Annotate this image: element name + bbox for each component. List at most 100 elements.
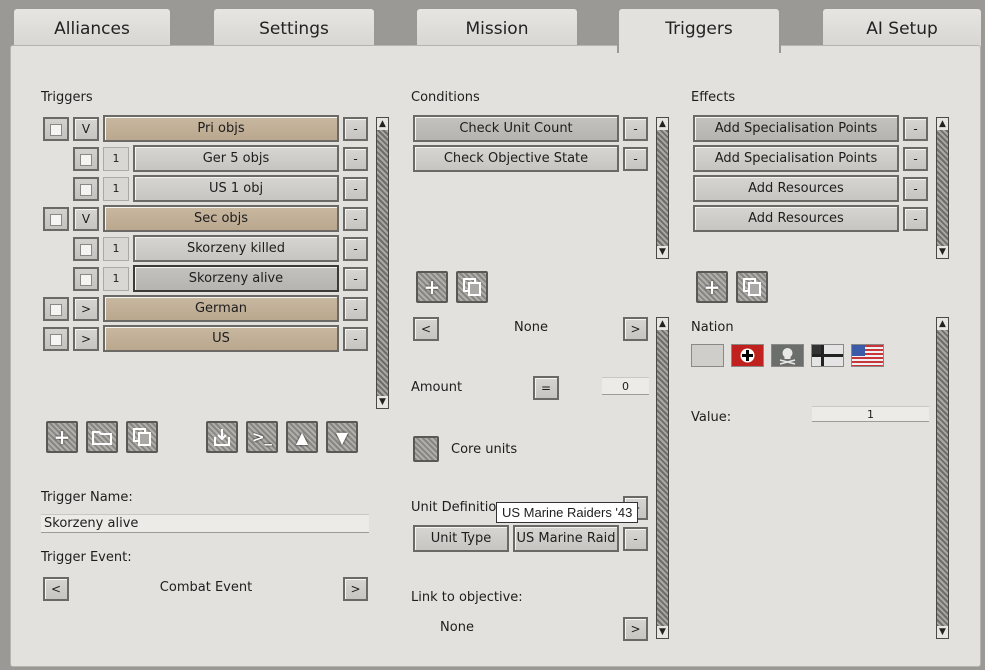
event-next-button[interactable]: >	[343, 577, 368, 601]
unit-remove-button[interactable]: -	[623, 527, 648, 551]
us-flag-icon[interactable]	[851, 344, 884, 367]
link-objective-next-button[interactable]: >	[623, 617, 648, 641]
trigger-checkbox[interactable]	[73, 237, 99, 261]
move-up-icon[interactable]: ▲	[286, 421, 318, 453]
trigger-expand-toggle[interactable]: >	[73, 297, 99, 321]
unit-tooltip: US Marine Raiders '43	[496, 502, 639, 523]
trigger-checkbox[interactable]	[73, 147, 99, 171]
scroll-up-icon[interactable]: ▲	[937, 318, 948, 330]
value-input[interactable]: 1	[812, 406, 929, 422]
effect-item[interactable]: Add Resources	[693, 205, 899, 232]
ss-flag-icon[interactable]	[771, 344, 804, 367]
copy-effect-icon[interactable]	[736, 271, 768, 303]
unit-value-button[interactable]: US Marine Raid	[513, 525, 619, 552]
tab-mission[interactable]: Mission	[415, 7, 579, 47]
condition-details-scrollbar[interactable]: ▲ ▼	[656, 317, 669, 639]
trigger-item[interactable]: Ger 5 objs	[133, 145, 339, 172]
core-units-label: Core units	[451, 442, 518, 457]
import-icon[interactable]	[206, 421, 238, 453]
trigger-checkbox[interactable]	[73, 267, 99, 291]
trigger-remove-button[interactable]: -	[343, 147, 368, 171]
trigger-checkbox[interactable]	[43, 207, 69, 231]
scroll-up-icon[interactable]: ▲	[937, 118, 948, 130]
effect-remove-button[interactable]: -	[903, 207, 928, 231]
effect-item[interactable]: Add Specialisation Points	[693, 115, 899, 142]
tab-settings[interactable]: Settings	[212, 7, 376, 47]
scroll-up-icon[interactable]: ▲	[657, 118, 668, 130]
effect-item[interactable]: Add Resources	[693, 175, 899, 202]
none-flag-icon[interactable]	[691, 344, 724, 367]
add-trigger-icon[interactable]: +	[46, 421, 78, 453]
trigger-item[interactable]: Skorzeny killed	[133, 235, 339, 262]
condition-item[interactable]: Check Unit Count	[413, 115, 619, 142]
scroll-down-icon[interactable]: ▼	[657, 246, 668, 258]
triggers-heading: Triggers	[41, 90, 93, 105]
trigger-remove-button[interactable]: -	[343, 177, 368, 201]
trigger-count: 1	[103, 267, 129, 291]
condition-type-prev-button[interactable]: <	[413, 317, 439, 341]
trigger-checkbox[interactable]	[43, 297, 69, 321]
scroll-down-icon[interactable]: ▼	[377, 396, 388, 408]
scroll-down-icon[interactable]: ▼	[657, 626, 668, 638]
effect-remove-button[interactable]: -	[903, 117, 928, 141]
scroll-down-icon[interactable]: ▼	[937, 246, 948, 258]
unit-definition-label: Unit Definition	[411, 500, 505, 515]
reich-war-flag-icon[interactable]	[811, 344, 844, 367]
trigger-checkbox[interactable]	[73, 177, 99, 201]
tab-alliances[interactable]: Alliances	[12, 7, 172, 47]
trigger-item[interactable]: German	[103, 295, 339, 322]
trigger-name-label: Trigger Name:	[41, 490, 133, 505]
trigger-checkbox[interactable]	[43, 117, 69, 141]
trigger-remove-button[interactable]: -	[343, 237, 368, 261]
trigger-item[interactable]: Sec objs	[103, 205, 339, 232]
condition-item[interactable]: Check Objective State	[413, 145, 619, 172]
scroll-up-icon[interactable]: ▲	[657, 318, 668, 330]
effects-scrollbar[interactable]: ▲ ▼	[936, 117, 949, 259]
trigger-expand-toggle[interactable]: >	[73, 327, 99, 351]
link-objective-label: Link to objective:	[411, 590, 523, 605]
unit-type-button[interactable]: Unit Type	[413, 525, 509, 552]
scroll-up-icon[interactable]: ▲	[377, 118, 388, 130]
copy-icon[interactable]	[126, 421, 158, 453]
trigger-item[interactable]: US	[103, 325, 339, 352]
trigger-remove-button[interactable]: -	[343, 327, 368, 351]
trigger-remove-button[interactable]: -	[343, 207, 368, 231]
condition-remove-button[interactable]: -	[623, 147, 648, 171]
condition-remove-button[interactable]: -	[623, 117, 648, 141]
triggers-scrollbar[interactable]: ▲ ▼	[376, 117, 389, 409]
trigger-item[interactable]: US 1 obj	[133, 175, 339, 202]
trigger-item[interactable]: Pri objs	[103, 115, 339, 142]
add-condition-icon[interactable]: +	[416, 271, 448, 303]
add-effect-icon[interactable]: +	[696, 271, 728, 303]
copy-condition-icon[interactable]	[456, 271, 488, 303]
tab-ai-setup[interactable]: AI Setup	[821, 7, 983, 47]
effect-details-scrollbar[interactable]: ▲ ▼	[936, 317, 949, 639]
conditions-scrollbar[interactable]: ▲ ▼	[656, 117, 669, 259]
condition-type-next-button[interactable]: >	[623, 317, 648, 341]
amount-input[interactable]: 0	[602, 377, 649, 395]
effect-remove-button[interactable]: -	[903, 147, 928, 171]
effect-remove-button[interactable]: -	[903, 177, 928, 201]
folder-icon[interactable]	[86, 421, 118, 453]
effect-item[interactable]: Add Specialisation Points	[693, 145, 899, 172]
move-down-icon[interactable]: ▼	[326, 421, 358, 453]
trigger-checkbox[interactable]	[43, 327, 69, 351]
trigger-remove-button[interactable]: -	[343, 117, 368, 141]
trigger-remove-button[interactable]: -	[343, 267, 368, 291]
tab-triggers[interactable]: Triggers	[617, 7, 781, 53]
trigger-count: 1	[103, 177, 129, 201]
core-units-checkbox[interactable]	[413, 436, 439, 462]
trigger-remove-button[interactable]: -	[343, 297, 368, 321]
condition-type-value: None	[514, 320, 548, 335]
trigger-name-input[interactable]: Skorzeny alive	[41, 514, 369, 533]
trigger-event-value: Combat Event	[159, 580, 253, 595]
german-reich-flag-icon[interactable]	[731, 344, 764, 367]
trigger-expand-toggle[interactable]: V	[73, 207, 99, 231]
event-prev-button[interactable]: <	[43, 577, 69, 601]
trigger-expand-toggle[interactable]: V	[73, 117, 99, 141]
amount-operator-button[interactable]: =	[533, 376, 559, 400]
scroll-down-icon[interactable]: ▼	[937, 626, 948, 638]
trigger-count: 1	[103, 147, 129, 171]
trigger-item-selected[interactable]: Skorzeny alive	[133, 265, 339, 292]
console-icon[interactable]: >_	[246, 421, 278, 453]
